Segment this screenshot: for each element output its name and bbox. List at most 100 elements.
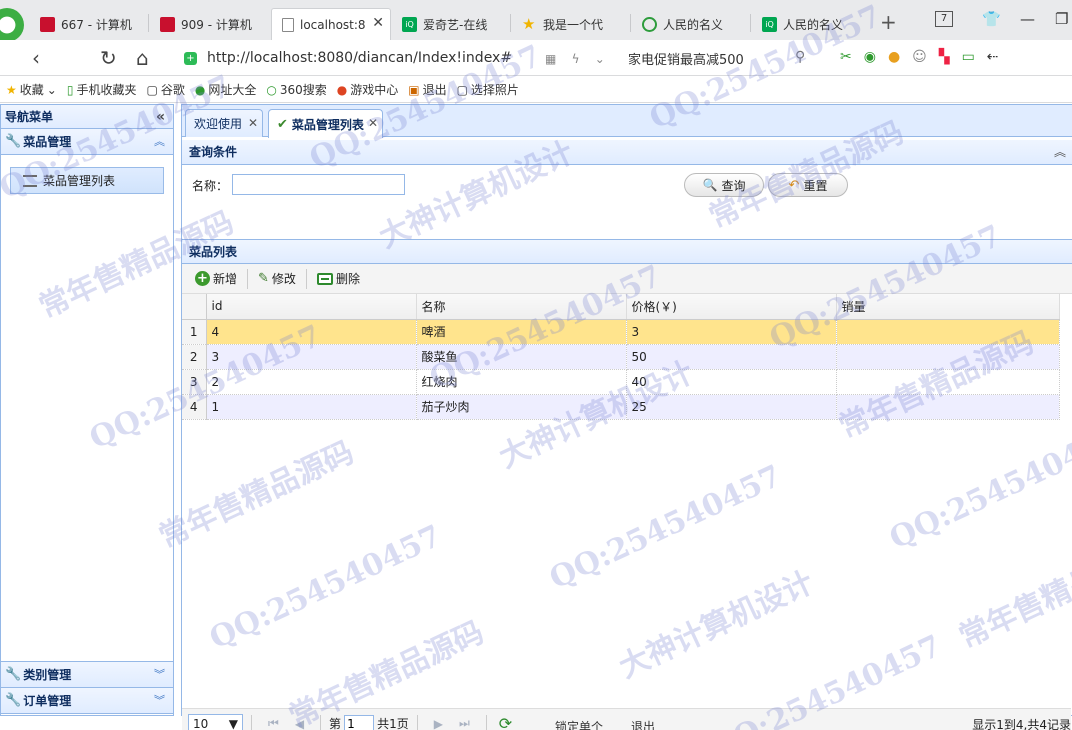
screenshot-icon[interactable]: ☺ bbox=[912, 49, 927, 65]
bookmark-mobile[interactable]: ▯ 手机收藏夹 bbox=[67, 81, 137, 98]
table-row[interactable]: 1 4 啤酒 3 bbox=[182, 319, 1060, 345]
bookmarks-bar: ★ 收藏 ⌄ ▯ 手机收藏夹 ▢ 谷歌 ● 网址大全 ○ 360搜索 ● 游戏中心 ▣ 退出 ▢… bbox=[0, 77, 1072, 103]
maximize-icon[interactable]: ❐ bbox=[1055, 10, 1068, 28]
add-button-label: 新增 bbox=[213, 272, 238, 286]
tab-count-badge[interactable]: 7 bbox=[935, 11, 953, 27]
first-page-button[interactable]: ⏮ bbox=[268, 716, 279, 730]
sidebar-item-dish-list[interactable]: 菜品管理列表 bbox=[10, 167, 164, 194]
tab-label: 菜品管理列表 bbox=[291, 117, 364, 132]
tab-divider bbox=[750, 14, 751, 32]
cell-sales bbox=[836, 319, 1060, 345]
phone-icon: ▯ bbox=[66, 82, 74, 97]
red-square-icon bbox=[160, 16, 175, 32]
bookmark-logout[interactable]: ▣ 退出 bbox=[408, 81, 446, 98]
reload-button[interactable]: ↻ bbox=[100, 46, 117, 70]
home-button[interactable]: ⌂ bbox=[136, 46, 149, 70]
battery-icon[interactable]: ▭ bbox=[962, 49, 975, 65]
query-form: 名称： 🔍 查询 ↶ 重置 bbox=[182, 165, 1072, 239]
toolbar-divider bbox=[305, 268, 307, 289]
column-header-sales[interactable]: 销量 bbox=[836, 294, 1060, 320]
new-tab-button[interactable]: + bbox=[880, 10, 897, 34]
bookmark-favorites[interactable]: ★ 收藏 ⌄ bbox=[6, 81, 57, 98]
table-row[interactable]: 2 3 酸菜鱼 50 bbox=[182, 344, 1060, 370]
browser-tab-3-active[interactable]: localhost:8 ✕ bbox=[271, 8, 391, 40]
browser-tab-5[interactable]: ★ 我是一个代 bbox=[512, 8, 628, 40]
bookmark-game-center[interactable]: ● 游戏中心 bbox=[337, 81, 399, 98]
next-page-button[interactable]: ▶ bbox=[434, 717, 443, 730]
query-panel-title: 查询条件 ︽ bbox=[182, 140, 1072, 165]
browser-tab-2[interactable]: 909 - 计算机 bbox=[150, 8, 266, 40]
globe-icon: ● bbox=[194, 82, 206, 97]
add-button[interactable]: + 新增 bbox=[190, 267, 242, 291]
search-icon[interactable]: ⚲ bbox=[795, 49, 805, 65]
translate-icon[interactable]: ◉ bbox=[864, 49, 876, 65]
accordion-order-management[interactable]: 🔧 订单管理 ︾ bbox=[1, 688, 173, 714]
cell-id: 3 bbox=[206, 344, 417, 370]
bookmark-select-photo[interactable]: ▢ 选择照片 bbox=[457, 81, 519, 98]
bookmark-label: 退出 bbox=[422, 83, 447, 97]
search-button[interactable]: 🔍 查询 bbox=[684, 173, 764, 197]
browser-tab-4[interactable]: iQ 爱奇艺-在线 bbox=[392, 8, 508, 40]
browser-tab-7[interactable]: iQ 人民的名义 bbox=[752, 8, 868, 40]
last-page-button[interactable]: ⏭ bbox=[459, 716, 470, 730]
star-icon: ★ bbox=[6, 82, 17, 97]
page-size-select[interactable]: 10 ▼ bbox=[188, 714, 243, 730]
column-header-price[interactable]: 价格(￥) bbox=[626, 294, 837, 320]
scissors-icon[interactable]: ✂ bbox=[840, 49, 852, 65]
close-icon[interactable]: ✕ bbox=[368, 116, 378, 130]
row-number: 3 bbox=[182, 369, 207, 395]
row-number: 2 bbox=[182, 344, 207, 370]
edit-button[interactable]: ✎ 修改 bbox=[253, 267, 301, 291]
table-row[interactable]: 3 2 红烧肉 40 bbox=[182, 369, 1060, 395]
apps-grid-icon[interactable]: ▚ bbox=[939, 49, 950, 65]
accordion-category-management[interactable]: 🔧 类别管理 ︾ bbox=[1, 662, 173, 688]
promo-text[interactable]: 家电促销最高减500 bbox=[628, 49, 744, 68]
dish-list-title-text: 菜品列表 bbox=[189, 245, 238, 259]
name-search-input[interactable] bbox=[232, 174, 405, 195]
back-button[interactable]: ‹ bbox=[32, 46, 40, 70]
table-row[interactable]: 4 1 茄子炒肉 25 bbox=[182, 394, 1060, 420]
bookmark-google[interactable]: ▢ 谷歌 bbox=[146, 81, 184, 98]
browser-tab-1[interactable]: 667 - 计算机 bbox=[30, 8, 146, 40]
collapse-sidebar-icon[interactable]: « bbox=[156, 105, 165, 129]
page-number-input[interactable] bbox=[344, 715, 375, 730]
reset-button[interactable]: ↶ 重置 bbox=[768, 173, 848, 197]
chevron-down-icon[interactable]: ︾ bbox=[154, 662, 165, 688]
refresh-icon[interactable]: ⟳ bbox=[499, 714, 512, 730]
close-icon[interactable]: ✕ bbox=[248, 116, 258, 130]
caret-down-icon: ▼ bbox=[228, 716, 238, 730]
footer-link[interactable]: 锁定单个 bbox=[555, 718, 603, 730]
chevron-down-icon[interactable]: ︾ bbox=[154, 688, 165, 714]
delete-button[interactable]: 删除 bbox=[312, 267, 365, 291]
column-header-id[interactable]: id bbox=[206, 294, 417, 320]
close-tab-icon[interactable]: ✕ bbox=[372, 15, 384, 31]
prev-page-button[interactable]: ◀ bbox=[295, 717, 304, 730]
tab-dish-list[interactable]: ✔ 菜品管理列表 ✕ bbox=[268, 109, 383, 138]
page-size-value: 10 bbox=[193, 716, 209, 730]
chevron-up-icon[interactable]: ︽ bbox=[154, 129, 165, 155]
shirt-skin-icon[interactable]: 👕 bbox=[982, 10, 1001, 28]
document-icon: ▢ bbox=[456, 82, 468, 97]
document-icon bbox=[282, 17, 294, 32]
tab-welcome[interactable]: 欢迎使用 ✕ bbox=[185, 109, 263, 137]
column-header-name[interactable]: 名称 bbox=[416, 294, 627, 320]
footer-link[interactable]: 退出 bbox=[631, 718, 655, 730]
chevron-down-icon: ⌄ bbox=[46, 82, 57, 97]
bookmark-url-directory[interactable]: ● 网址大全 bbox=[195, 81, 257, 98]
minimize-icon[interactable]: — bbox=[1020, 10, 1035, 28]
bookmark-label: 网址大全 bbox=[208, 83, 257, 97]
accordion-dish-management[interactable]: 🔧 菜品管理 ︽ bbox=[1, 129, 173, 155]
coupon-icon[interactable]: ● bbox=[888, 49, 900, 65]
reader-mode-icon[interactable]: ▦ ϟ ⌄ bbox=[545, 52, 605, 66]
list-icon bbox=[23, 174, 37, 187]
bookmark-360-search[interactable]: ○ 360搜索 bbox=[266, 81, 326, 98]
play-circle-icon bbox=[642, 16, 657, 32]
pager-divider bbox=[416, 714, 418, 730]
accordion-label: 菜品管理 bbox=[23, 134, 72, 149]
add-icon: + bbox=[195, 271, 210, 286]
collapse-panel-icon[interactable]: ︽ bbox=[1054, 140, 1066, 164]
cell-price: 25 bbox=[626, 394, 837, 420]
browser-tab-6[interactable]: 人民的名义 bbox=[632, 8, 748, 40]
menu-icon[interactable]: ⇠ bbox=[987, 49, 999, 65]
search-360-icon: ○ bbox=[266, 82, 277, 97]
